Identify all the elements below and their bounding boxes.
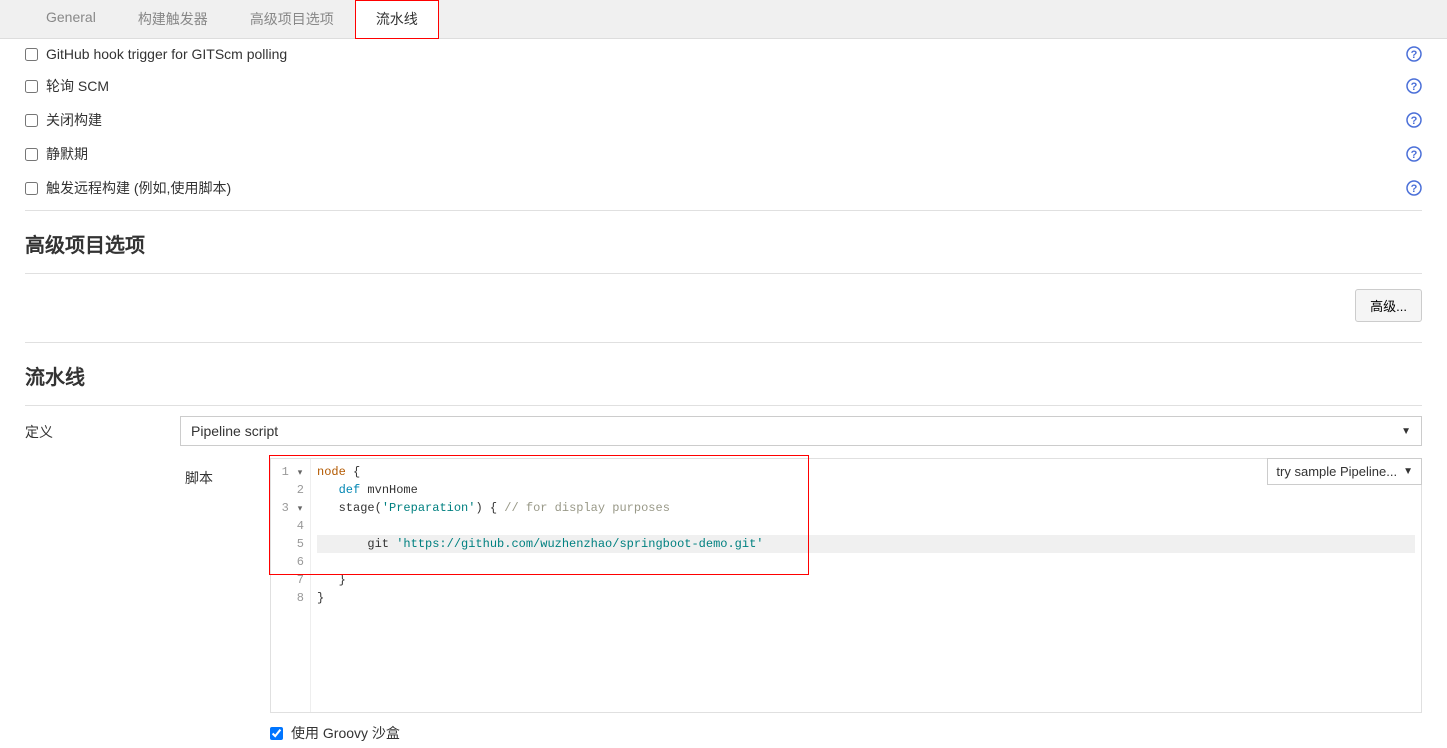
tab-pipeline[interactable]: 流水线 <box>355 0 439 39</box>
svg-text:?: ? <box>1411 115 1418 127</box>
definition-row: 定义 Pipeline script ▼ <box>25 406 1422 456</box>
checkbox-groovy-sandbox[interactable] <box>270 727 283 740</box>
section-title-pipeline: 流水线 <box>25 343 1422 400</box>
definition-value: Pipeline script <box>191 423 278 439</box>
definition-select[interactable]: Pipeline script ▼ <box>180 416 1422 446</box>
script-label: 脚本 <box>185 468 213 488</box>
help-icon[interactable]: ? <box>1406 112 1422 128</box>
label-github-hook: GitHub hook trigger for GITScm polling <box>46 46 287 62</box>
tab-general[interactable]: General <box>25 0 117 38</box>
sample-pipeline-select[interactable]: try sample Pipeline... ▼ <box>1267 458 1422 485</box>
content-area: GitHub hook trigger for GITScm polling ?… <box>0 39 1447 748</box>
gutter: 1 ▾ 2 3 ▾ 4 5 6 7 8 <box>271 459 311 712</box>
code-content[interactable]: node { def mvnHome stage('Preparation') … <box>311 459 1421 712</box>
svg-text:?: ? <box>1411 49 1418 61</box>
label-groovy-sandbox: 使用 Groovy 沙盒 <box>291 723 400 743</box>
svg-text:?: ? <box>1411 149 1418 161</box>
checkbox-quiet-period[interactable] <box>25 148 38 161</box>
section-title-advanced: 高级项目选项 <box>25 211 1422 268</box>
tab-advanced-options[interactable]: 高级项目选项 <box>229 0 355 38</box>
checkbox-remote-build[interactable] <box>25 182 38 195</box>
trigger-row-remote-build: 触发远程构建 (例如,使用脚本) ? <box>25 171 1422 205</box>
help-icon[interactable]: ? <box>1406 180 1422 196</box>
code-editor[interactable]: 1 ▾ 2 3 ▾ 4 5 6 7 8 node { def mvnHome s… <box>270 458 1422 713</box>
svg-text:?: ? <box>1411 81 1418 93</box>
chevron-down-icon: ▼ <box>1403 466 1413 477</box>
script-section: ? 脚本 try sample Pipeline... ▼ 1 ▾ 2 3 ▾ … <box>25 456 1422 713</box>
sandbox-row: 使用 Groovy 沙盒 <box>25 713 1422 748</box>
advanced-button[interactable]: 高级... <box>1355 289 1422 322</box>
checkbox-github-hook[interactable] <box>25 48 38 61</box>
label-disable-build: 关闭构建 <box>46 110 102 130</box>
help-icon[interactable]: ? <box>1406 46 1422 62</box>
label-quiet-period: 静默期 <box>46 144 88 164</box>
chevron-down-icon: ▼ <box>1401 426 1411 437</box>
trigger-row-quiet-period: 静默期 ? <box>25 137 1422 171</box>
definition-label: 定义 <box>25 416 180 442</box>
tabs-bar: General 构建触发器 高级项目选项 流水线 <box>0 0 1447 39</box>
help-icon[interactable]: ? <box>1406 78 1422 94</box>
label-poll-scm: 轮询 SCM <box>46 76 109 96</box>
svg-text:?: ? <box>1411 183 1418 195</box>
label-remote-build: 触发远程构建 (例如,使用脚本) <box>46 178 231 198</box>
trigger-row-poll-scm: 轮询 SCM ? <box>25 69 1422 103</box>
trigger-row-disable-build: 关闭构建 ? <box>25 103 1422 137</box>
checkbox-disable-build[interactable] <box>25 114 38 127</box>
tab-build-triggers[interactable]: 构建触发器 <box>117 0 229 38</box>
checkbox-poll-scm[interactable] <box>25 80 38 93</box>
help-icon[interactable]: ? <box>1406 146 1422 162</box>
trigger-row-github-hook: GitHub hook trigger for GITScm polling ? <box>25 39 1422 69</box>
sample-label: try sample Pipeline... <box>1276 464 1397 479</box>
